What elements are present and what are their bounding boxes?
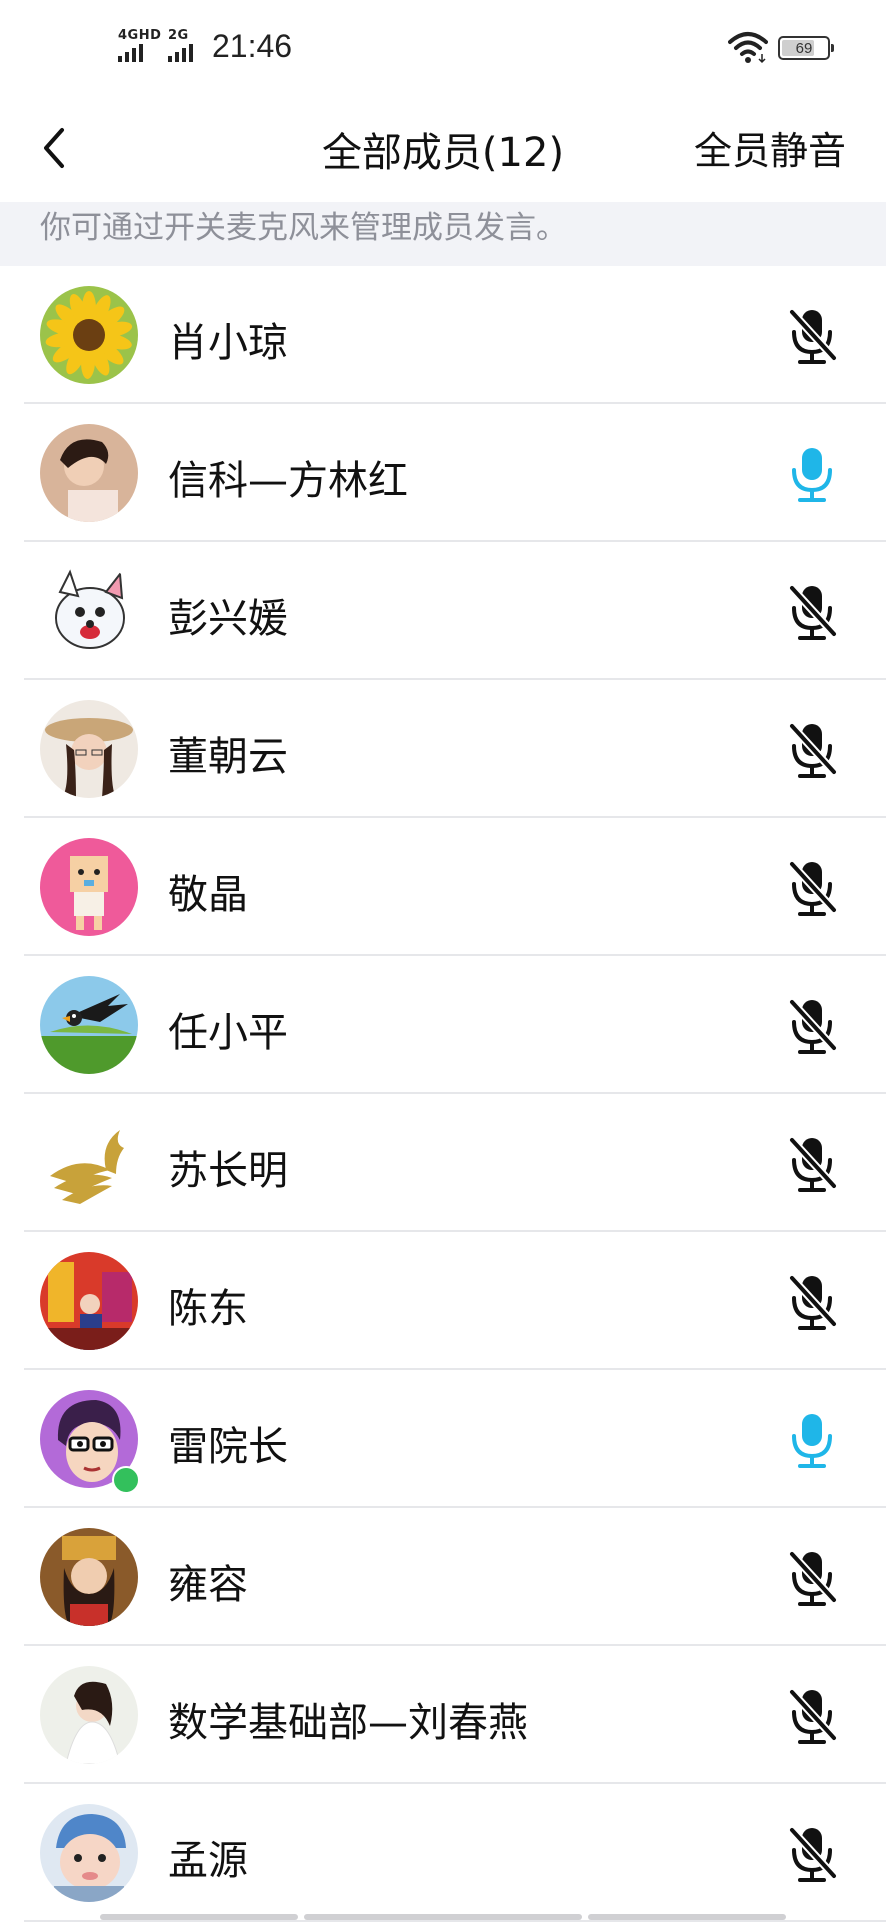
network-type-2: 2G [168, 28, 189, 43]
member-name: 敬晶 [168, 872, 248, 918]
status-bar: 4GHD 2G 21:46 69 [0, 0, 886, 100]
cellular-signal-icon: 4GHD [118, 28, 162, 62]
member-row[interactable]: 雷院长 [0, 1370, 886, 1508]
microphone-on-icon[interactable] [786, 1410, 838, 1470]
avatar [40, 424, 138, 522]
microphone-off-icon[interactable] [786, 1548, 838, 1608]
member-name: 雍容 [168, 1562, 248, 1608]
member-name: 信科—方林红 [168, 458, 408, 504]
member-name: 数学基础部—刘春燕 [168, 1700, 528, 1746]
microphone-off-icon[interactable] [786, 582, 838, 642]
avatar [40, 976, 138, 1074]
cellular-signal-icon-2: 2G [168, 28, 193, 62]
member-list: 肖小琼 信科—方林红 彭兴媛 董朝云 敬晶 任小平 苏长明 陈东 雷院长 雍容 … [0, 266, 886, 1922]
avatar [40, 1114, 138, 1212]
network-type-1: 4GHD [118, 28, 162, 43]
notice-text: 你可通过开关麦克风来管理成员发言。 [40, 210, 567, 246]
avatar [40, 838, 138, 936]
avatar [40, 562, 138, 660]
member-row[interactable]: 信科—方林红 [0, 404, 886, 542]
member-name: 雷院长 [168, 1424, 288, 1470]
member-row[interactable]: 董朝云 [0, 680, 886, 818]
member-row[interactable]: 雍容 [0, 1508, 886, 1646]
microphone-off-icon[interactable] [786, 1686, 838, 1746]
bottom-bar [0, 1914, 886, 1920]
avatar [40, 286, 138, 384]
member-name: 任小平 [168, 1010, 288, 1056]
notice-banner: 你可通过开关麦克风来管理成员发言。 [0, 202, 886, 266]
battery-level: 69 [795, 39, 813, 57]
member-row[interactable]: 陈东 [0, 1232, 886, 1370]
member-row[interactable]: 苏长明 [0, 1094, 886, 1232]
member-name: 陈东 [168, 1286, 248, 1332]
member-row[interactable]: 任小平 [0, 956, 886, 1094]
microphone-off-icon[interactable] [786, 1824, 838, 1884]
microphone-off-icon[interactable] [786, 996, 838, 1056]
microphone-off-icon[interactable] [786, 1134, 838, 1194]
member-name: 彭兴媛 [168, 596, 288, 642]
battery-icon: 69 [778, 36, 834, 60]
speaking-badge-icon [112, 1466, 140, 1494]
member-name: 苏长明 [168, 1148, 288, 1194]
microphone-off-icon[interactable] [786, 1272, 838, 1332]
nav-header: 全部成员(12) 全员静音 [0, 100, 886, 202]
member-name: 孟源 [168, 1838, 248, 1884]
member-row[interactable]: 敬晶 [0, 818, 886, 956]
avatar [40, 1528, 138, 1626]
avatar [40, 1252, 138, 1350]
status-time: 21:46 [212, 28, 293, 64]
member-row[interactable]: 孟源 [0, 1784, 886, 1922]
member-row[interactable]: 数学基础部—刘春燕 [0, 1646, 886, 1784]
microphone-on-icon[interactable] [786, 444, 838, 504]
wifi-icon [728, 32, 768, 64]
member-row[interactable]: 彭兴媛 [0, 542, 886, 680]
mute-all-button[interactable]: 全员静音 [694, 120, 846, 175]
member-row[interactable]: 肖小琼 [0, 266, 886, 404]
member-name: 肖小琼 [168, 320, 288, 366]
avatar [40, 700, 138, 798]
avatar [40, 1804, 138, 1902]
microphone-off-icon[interactable] [786, 858, 838, 918]
microphone-off-icon[interactable] [786, 720, 838, 780]
microphone-off-icon[interactable] [786, 306, 838, 366]
member-name: 董朝云 [168, 734, 288, 780]
avatar [40, 1666, 138, 1764]
